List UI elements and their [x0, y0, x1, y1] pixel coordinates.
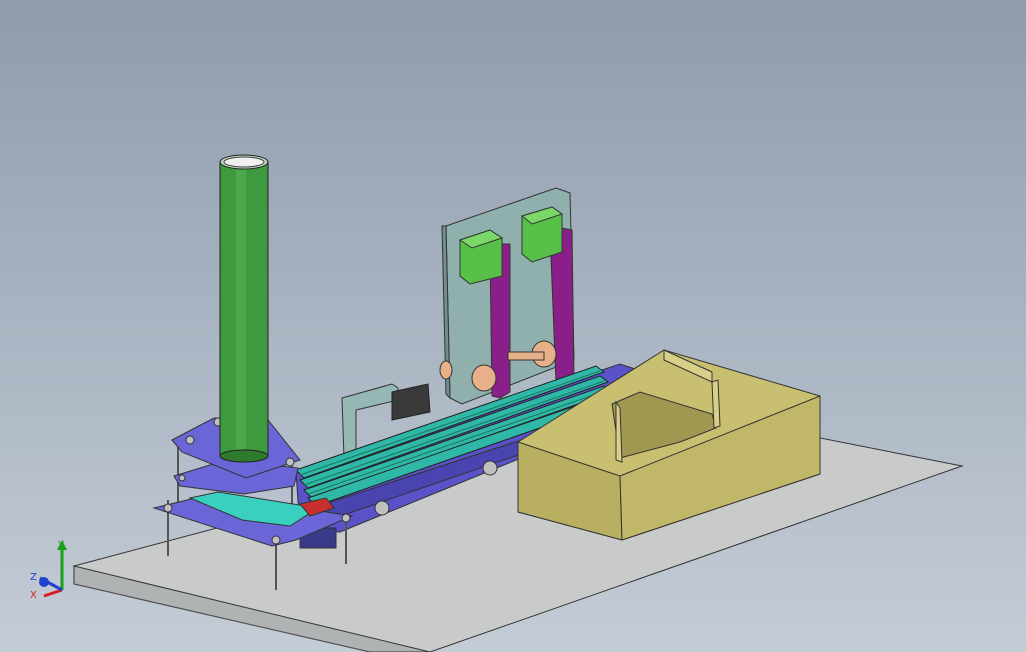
3d-viewport[interactable]: Y X Z	[0, 0, 1026, 652]
triad-y-label: Y	[57, 540, 65, 551]
triad-z-label: Z	[30, 572, 37, 583]
block-left[interactable]	[458, 229, 504, 285]
feed-tube[interactable]	[219, 154, 269, 463]
coordinate-triad: Y X Z	[30, 540, 67, 601]
triad-x-axis	[43, 588, 63, 598]
assembly-model[interactable]: Y X Z	[0, 0, 1026, 652]
triad-x-label: X	[30, 590, 37, 601]
block-right[interactable]	[520, 206, 564, 263]
